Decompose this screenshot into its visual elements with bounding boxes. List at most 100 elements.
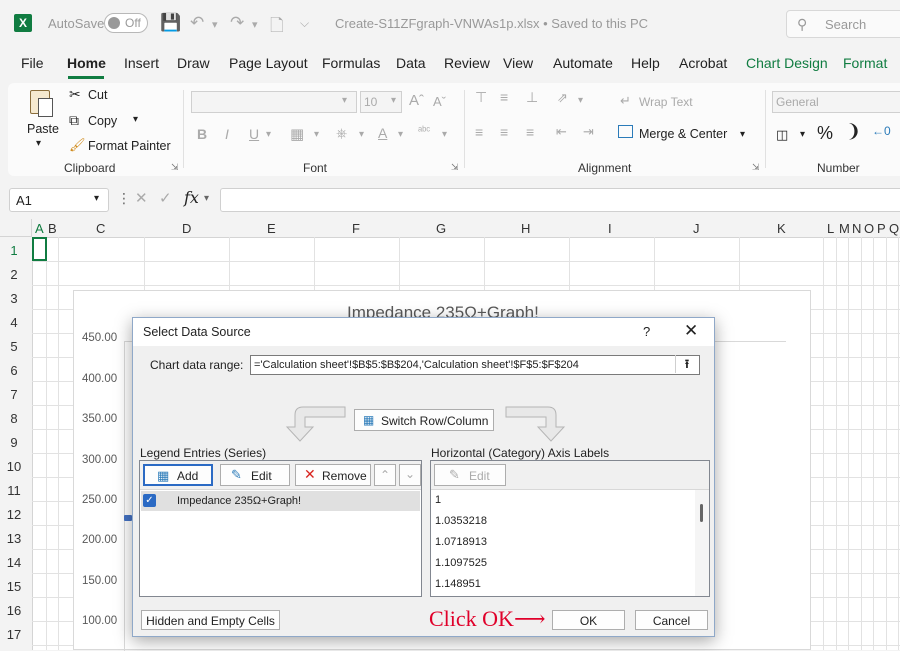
formula-input[interactable] (220, 188, 900, 212)
font-launcher-icon[interactable]: ⇲ (451, 162, 459, 173)
column-header[interactable]: B (48, 221, 57, 236)
tab-view[interactable]: View (503, 55, 533, 71)
undo-icon[interactable]: ↶ (190, 13, 204, 33)
edit-series-button[interactable]: ✎ Edit (220, 464, 290, 486)
search-input[interactable]: ⚲ Search (786, 10, 900, 38)
document-icon[interactable]: 🗋 (270, 13, 284, 42)
merge-center-button[interactable]: Merge & Center (639, 127, 727, 141)
column-header[interactable]: N (852, 221, 861, 236)
chevron-down-icon[interactable]: ▾ (266, 129, 271, 140)
tab-file[interactable]: File (21, 55, 44, 71)
chevron-down-icon[interactable]: ▾ (359, 129, 364, 140)
chevron-down-icon[interactable]: ▾ (800, 129, 805, 140)
bold-icon[interactable]: B (197, 126, 207, 142)
row-header[interactable]: 17 (0, 627, 28, 642)
cancel-button[interactable]: Cancel (635, 610, 708, 630)
name-box[interactable]: A1 ▾ (9, 188, 109, 212)
row-header[interactable]: 4 (0, 315, 28, 330)
column-header[interactable]: G (436, 221, 446, 236)
align-top-icon[interactable]: ⊤ (475, 89, 487, 106)
tab-draw[interactable]: Draw (177, 55, 210, 71)
column-header[interactable]: J (693, 221, 700, 236)
redo-dropdown-icon[interactable]: ▾ (252, 18, 258, 31)
row-header[interactable]: 12 (0, 507, 28, 522)
wrap-text-button[interactable]: Wrap Text (639, 95, 693, 109)
tab-help[interactable]: Help (631, 55, 660, 71)
axis-label-item[interactable]: 1.0718913 (435, 536, 487, 548)
column-header[interactable]: H (521, 221, 530, 236)
save-icon[interactable]: 💾 (160, 13, 181, 33)
redo-icon[interactable]: ↷ (230, 13, 244, 33)
column-header[interactable]: I (608, 221, 612, 236)
column-header[interactable]: Q (889, 221, 899, 236)
move-down-button[interactable]: ⌄ (399, 464, 421, 486)
tab-formulas[interactable]: Formulas (322, 55, 380, 71)
row-header[interactable]: 8 (0, 411, 28, 426)
increase-indent-icon[interactable]: ⇥ (583, 124, 594, 140)
tab-page-layout[interactable]: Page Layout (229, 55, 308, 71)
tab-acrobat[interactable]: Acrobat (679, 55, 727, 71)
switch-row-column-button[interactable]: ▦ Switch Row/Column (354, 409, 494, 431)
orientation-icon[interactable]: ⇗ (557, 90, 568, 106)
axis-labels-scrollbar[interactable] (695, 490, 709, 596)
column-header[interactable]: O (864, 221, 874, 236)
paste-icon[interactable] (28, 88, 56, 120)
collapse-dialog-icon[interactable]: ⭱ (675, 355, 698, 373)
wrap-text-icon[interactable]: ↵ (620, 93, 631, 109)
column-header[interactable]: C (96, 221, 105, 236)
column-header[interactable]: D (182, 221, 191, 236)
add-series-button[interactable]: ▦ Add (143, 464, 213, 486)
move-up-button[interactable]: ⌃ (374, 464, 396, 486)
tab-automate[interactable]: Automate (553, 55, 613, 71)
underline-icon[interactable]: U (249, 126, 259, 142)
more-options-icon[interactable]: ⋮ (117, 190, 131, 207)
decrease-font-icon[interactable]: Aˇ (433, 94, 446, 109)
tab-chart-design[interactable]: Chart Design (746, 55, 828, 71)
tab-insert[interactable]: Insert (124, 55, 159, 71)
autosave-toggle[interactable]: Off (104, 13, 148, 33)
column-header[interactable]: A (35, 221, 44, 236)
tab-home[interactable]: Home (67, 55, 106, 71)
axis-label-item[interactable]: 1 (435, 494, 441, 506)
merge-center-icon[interactable] (618, 125, 633, 138)
remove-series-button[interactable]: ✕ Remove (295, 464, 371, 486)
axis-label-item[interactable]: 1.0353218 (435, 515, 487, 527)
selected-cell[interactable] (32, 237, 47, 261)
ok-button[interactable]: OK (552, 610, 625, 630)
number-format-combo[interactable]: General (772, 91, 900, 113)
close-button[interactable]: ✕ (684, 321, 698, 341)
enter-icon[interactable]: ✓ (159, 189, 172, 207)
column-header[interactable]: K (777, 221, 786, 236)
hidden-empty-cells-button[interactable]: Hidden and Empty Cells (141, 610, 280, 630)
axis-label-item[interactable]: 1.148951 (435, 578, 481, 590)
cancel-icon[interactable]: ✕ (135, 189, 148, 207)
decrease-indent-icon[interactable]: ⇤ (556, 124, 567, 140)
row-header[interactable]: 13 (0, 531, 28, 546)
text-effects-icon[interactable]: ᵃᵇᶜ (418, 125, 430, 137)
align-bottom-icon[interactable]: ⊥ (526, 89, 538, 106)
accounting-format-icon[interactable]: ◫ (776, 127, 788, 143)
column-header[interactable]: P (877, 221, 886, 236)
axis-label-item[interactable]: 1.1097525 (435, 557, 487, 569)
alignment-launcher-icon[interactable]: ⇲ (752, 162, 760, 173)
tab-format[interactable]: Format (843, 55, 887, 71)
undo-dropdown-icon[interactable]: ▾ (212, 18, 218, 31)
series-list-item[interactable]: ✓ Impedance 235Ω+Graph! (141, 491, 420, 511)
chevron-down-icon[interactable]: ▾ (398, 129, 403, 140)
chevron-down-icon[interactable]: ▾ (578, 95, 583, 106)
column-header[interactable]: E (267, 221, 276, 236)
row-header[interactable]: 7 (0, 387, 28, 402)
comma-style-icon[interactable]: ❩ (846, 121, 861, 142)
copy-icon[interactable]: ⧉ (69, 112, 79, 129)
row-header[interactable]: 3 (0, 291, 28, 306)
chevron-down-icon[interactable]: ▾ (204, 193, 209, 204)
edit-axis-labels-button[interactable]: ✎ Edit (434, 464, 506, 486)
format-painter-icon[interactable]: 🖌 (69, 137, 86, 153)
help-button[interactable]: ? (643, 324, 650, 339)
align-middle-icon[interactable]: ≡ (500, 89, 508, 105)
align-center-icon[interactable]: ≡ (500, 124, 508, 140)
increase-font-icon[interactable]: Aˆ (409, 92, 424, 109)
format-painter-button[interactable]: Format Painter (88, 139, 171, 153)
insert-function-icon[interactable]: fx (184, 188, 199, 207)
cut-button[interactable]: Cut (88, 88, 107, 102)
